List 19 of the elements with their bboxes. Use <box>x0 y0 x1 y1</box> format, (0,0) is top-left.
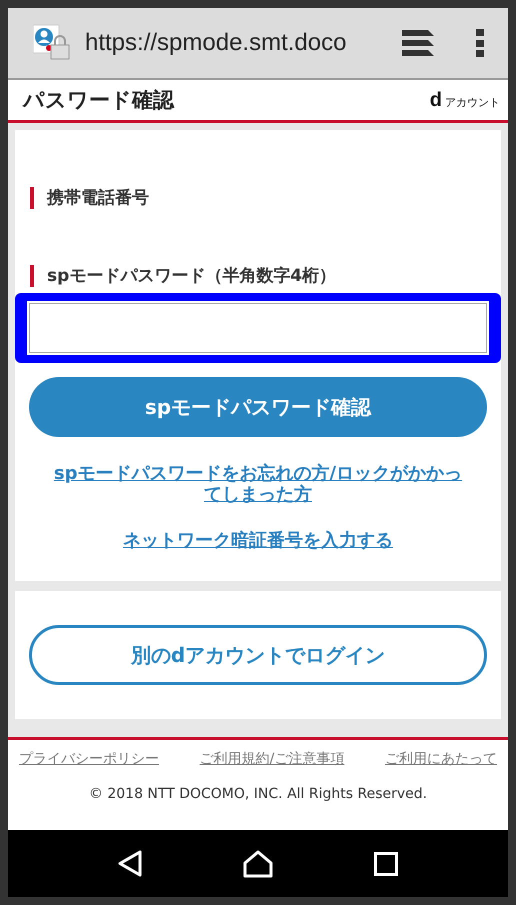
home-icon[interactable] <box>242 850 273 878</box>
password-field[interactable] <box>27 301 489 355</box>
logo-text: アカウント <box>445 94 500 110</box>
help-link[interactable]: spモードパスワードをお忘れの方/ロックがかかってしまった方 <box>29 463 487 505</box>
tabs-icon[interactable] <box>402 30 436 56</box>
field-label: spモードパスワード（半角数字4桁） <box>30 265 487 287</box>
menu-icon[interactable] <box>476 29 484 57</box>
other-login-button[interactable]: 別のdアカウントでログイン <box>29 625 487 685</box>
footer-link[interactable]: ご利用規約/ご注意事項 <box>200 750 344 768</box>
recent-apps-icon[interactable] <box>374 852 398 876</box>
back-icon[interactable] <box>118 850 142 877</box>
help-link[interactable]: ネットワーク暗証番号を入力する <box>123 530 393 551</box>
field-label: 携帯電話番号 <box>30 187 487 209</box>
footer-link[interactable]: ご利用にあたって <box>385 750 497 768</box>
logo-mark: d <box>430 88 442 112</box>
footer-link[interactable]: プライバシーポリシー <box>19 750 159 768</box>
confirm-button[interactable]: spモードパスワード確認 <box>29 377 487 437</box>
copyright-text: © 2018 NTT DOCOMO, INC. All Rights Reserved. <box>88 786 428 802</box>
page-title: パスワード確認 <box>23 87 174 114</box>
